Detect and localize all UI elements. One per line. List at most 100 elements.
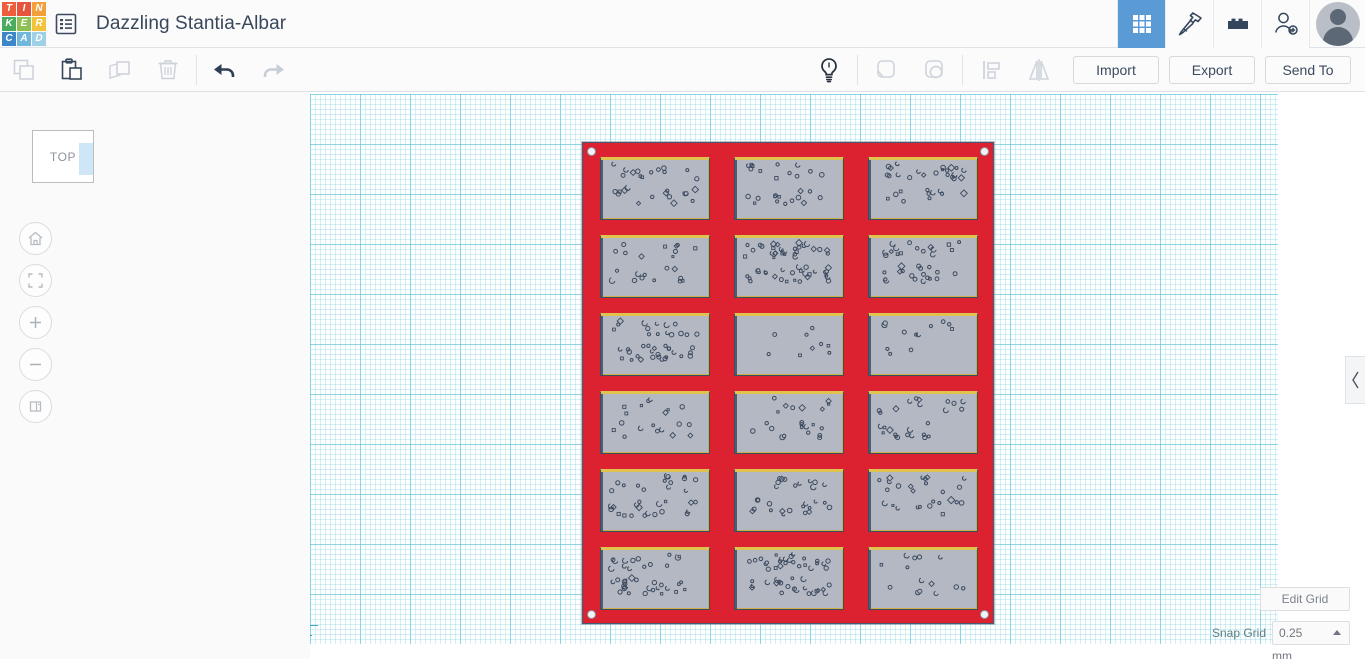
engraved-panel[interactable] — [600, 313, 710, 376]
mirror-icon — [1028, 58, 1050, 81]
canvas-3d-viewport[interactable]: Edit Grid Snap Grid 0.25 mm — [310, 92, 1365, 659]
snap-grid-value: 0.25 — [1279, 626, 1303, 640]
list-icon — [55, 13, 77, 34]
copy-button[interactable] — [0, 48, 48, 92]
engraving-marks — [877, 474, 967, 517]
engraved-panel[interactable] — [734, 157, 844, 220]
ungroup-button[interactable] — [910, 48, 958, 92]
redo-button[interactable] — [249, 48, 297, 92]
undo-button[interactable] — [201, 48, 249, 92]
logo-tile: N — [32, 1, 46, 16]
engraved-panel[interactable] — [868, 391, 978, 454]
lightbulb-button[interactable] — [805, 48, 853, 92]
right-panel-toggle[interactable] — [1345, 356, 1365, 404]
panel-grid — [600, 157, 978, 611]
tinkercad-logo[interactable]: TIN KER CAD — [0, 0, 46, 48]
engraving-marks — [750, 395, 832, 441]
selection-handle-top-left[interactable] — [587, 147, 596, 156]
engraving-marks — [608, 473, 699, 518]
hammer-icon-button[interactable] — [1165, 0, 1213, 48]
chevron-up-icon[interactable] — [1333, 630, 1341, 635]
selection-handle-bottom-left[interactable] — [587, 610, 596, 619]
perspective-toggle-button[interactable] — [19, 390, 52, 423]
engraving-marks — [743, 238, 833, 284]
fit-view-button[interactable] — [19, 264, 52, 297]
view-cube-highlight — [79, 143, 93, 175]
workplane-origin-marker — [310, 612, 324, 638]
paste-button[interactable] — [48, 48, 96, 92]
zoom-out-button[interactable] — [19, 348, 52, 381]
engraved-panel[interactable] — [868, 235, 978, 298]
duplicate-button[interactable] — [96, 48, 144, 92]
engraved-panel[interactable] — [734, 469, 844, 532]
view-nav-buttons — [19, 222, 52, 432]
engraved-panel[interactable] — [600, 391, 710, 454]
selection-handle-top-right[interactable] — [980, 147, 989, 156]
zoom-in-button[interactable] — [19, 306, 52, 339]
toolbar-divider — [962, 54, 963, 85]
view-cube[interactable]: TOP — [32, 130, 94, 183]
zoom-in-icon — [30, 317, 41, 328]
snap-grid-unit: mm — [1272, 649, 1292, 659]
import-button[interactable]: Import — [1073, 55, 1159, 84]
toolbar-divider — [857, 54, 858, 85]
left-panel: TOP — [0, 92, 310, 659]
engraved-panel[interactable] — [600, 157, 710, 220]
engraving-marks — [611, 161, 700, 208]
hammer-icon — [1178, 11, 1202, 35]
engraving-marks — [611, 397, 694, 439]
snap-grid-stepper[interactable]: 0.25 — [1272, 621, 1350, 645]
engraved-panel[interactable] — [600, 469, 710, 532]
logo-tile: R — [32, 16, 46, 31]
engraving-marks — [879, 552, 966, 597]
export-button[interactable]: Export — [1169, 55, 1255, 84]
perspective-toggle-icon — [29, 401, 42, 412]
engraving-marks — [612, 317, 700, 363]
logo-tile: T — [2, 1, 16, 16]
top-bar: TIN KER CAD Dazzling Stantia-Albar — [0, 0, 1365, 48]
engraved-panel[interactable] — [600, 235, 710, 298]
engraving-marks — [747, 552, 832, 597]
engraved-panel[interactable] — [734, 547, 844, 610]
engraved-panel[interactable] — [734, 235, 844, 298]
user-avatar-button[interactable] — [1309, 0, 1365, 48]
engraving-marks — [608, 552, 687, 597]
align-button[interactable] — [967, 48, 1015, 92]
home-view-button[interactable] — [19, 222, 52, 255]
edit-grid-button[interactable]: Edit Grid — [1260, 587, 1350, 611]
chevron-left-icon — [1351, 371, 1359, 389]
engraved-panel[interactable] — [868, 547, 978, 610]
engraving-marks — [745, 162, 825, 207]
workplane-grid[interactable] — [310, 94, 1278, 644]
engraved-panel[interactable] — [868, 157, 978, 220]
engraving-marks — [881, 319, 954, 356]
logo-tile: E — [17, 16, 31, 31]
engraved-panel[interactable] — [868, 313, 978, 376]
grid-view-icon-button[interactable] — [1117, 0, 1165, 48]
logo-tile: K — [2, 16, 16, 31]
toolbar-right-group: Import Export Send To — [805, 48, 1365, 92]
engraved-panel[interactable] — [734, 313, 844, 376]
engraved-panel[interactable] — [734, 391, 844, 454]
send-to-button[interactable]: Send To — [1265, 55, 1351, 84]
group-button[interactable] — [862, 48, 910, 92]
ungroup-icon — [925, 59, 943, 78]
logo-tile: C — [2, 31, 16, 46]
engraved-panel[interactable] — [600, 547, 710, 610]
delete-button[interactable] — [144, 48, 192, 92]
brick-icon-button[interactable] — [1213, 0, 1261, 48]
avatar — [1315, 1, 1360, 46]
selection-handle-bottom-right[interactable] — [980, 610, 989, 619]
mirror-button[interactable] — [1015, 48, 1063, 92]
add-person-icon — [1274, 12, 1298, 35]
tinkercad-app: TINKERCAD Dazzling Stantia-Albar Import … — [0, 0, 1365, 659]
copy-icon — [13, 59, 34, 80]
document-list-button[interactable] — [46, 0, 86, 48]
add-person-icon-button[interactable] — [1261, 0, 1309, 48]
zoom-out-icon — [30, 363, 41, 366]
engraved-panel[interactable] — [868, 469, 978, 532]
home-view-icon — [28, 231, 43, 246]
red-plate-object[interactable] — [582, 142, 994, 624]
engraving-marks — [608, 241, 698, 284]
engraving-marks — [876, 396, 966, 441]
